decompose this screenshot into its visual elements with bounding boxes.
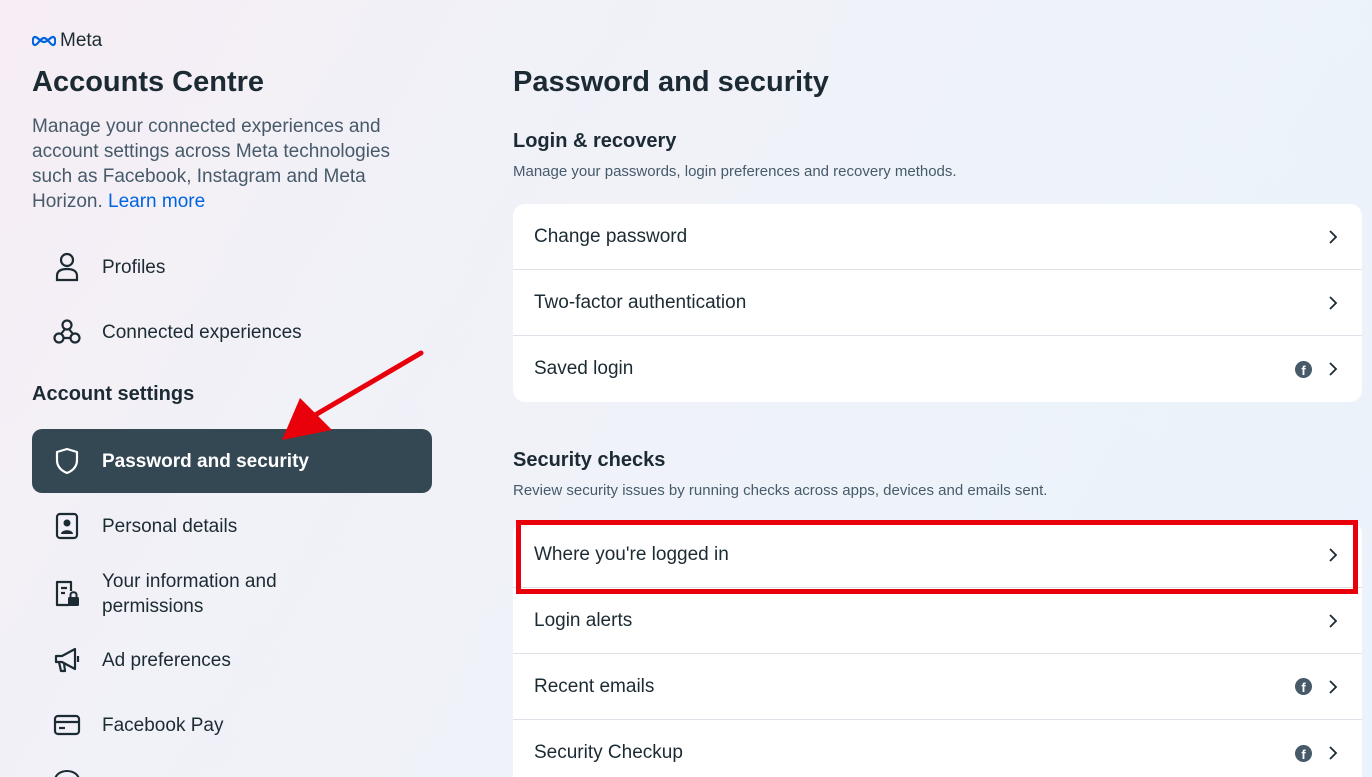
chevron-right-icon [1326,295,1340,311]
sidebar-description: Manage your connected experiences and ac… [32,114,432,214]
two-factor-row[interactable]: Two-factor authentication [513,270,1362,336]
row-label: Saved login [534,358,634,379]
partial-next-item-icon [54,770,80,777]
card-icon [32,714,102,736]
login-recovery-description: Manage your passwords, login preferences… [513,163,957,180]
facebook-icon: f [1295,360,1312,378]
document-lock-icon [32,579,102,609]
page-title: Password and security [513,66,829,98]
chevron-right-icon [1326,745,1340,761]
row-label: Two-factor authentication [534,291,747,313]
sidebar-item-information-permissions[interactable]: Your information and permissions [32,561,432,627]
sidebar-item-password-security[interactable]: Password and security [32,429,432,493]
security-checks-heading: Security checks [513,449,666,471]
chevron-right-icon [1326,679,1340,695]
sidebar-item-facebook-pay[interactable]: Facebook Pay [32,693,432,757]
connected-icon [32,319,102,345]
row-label: Change password [534,225,688,247]
sidebar-item-personal-details[interactable]: Personal details [32,494,432,558]
security-checkup-row[interactable]: Security Checkup f [513,720,1362,777]
chevron-right-icon [1326,547,1340,563]
sidebar-item-ad-preferences[interactable]: Ad preferences [32,628,432,692]
login-recovery-heading: Login & recovery [513,130,677,152]
id-card-icon [32,512,102,540]
sidebar-item-profiles[interactable]: Profiles [32,235,432,299]
main-panel: Password and security Login & recovery M… [513,0,1372,777]
chevron-right-icon [1326,361,1340,377]
megaphone-icon [32,647,102,673]
row-label: Where you're logged in [534,543,729,565]
login-alerts-row[interactable]: Login alerts [513,588,1362,654]
sidebar-item-label: Your information and permissions [102,571,277,617]
chevron-right-icon [1326,613,1340,629]
sidebar-item-label: Connected experiences [102,321,302,343]
row-label: Security Checkup [534,742,683,763]
login-recovery-card: Change password Two-factor authenticatio… [513,204,1362,402]
recent-emails-row[interactable]: Recent emails f [513,654,1362,720]
sidebar-item-label: Facebook Pay [102,714,224,736]
person-icon [32,252,102,282]
meta-infinity-icon [32,35,56,47]
brand-name: Meta [60,30,103,51]
security-checks-description: Review security issues by running checks… [513,482,1048,499]
change-password-row[interactable]: Change password [513,204,1362,270]
where-logged-in-row[interactable]: Where you're logged in [513,522,1362,588]
learn-more-link[interactable]: Learn more [108,191,205,212]
meta-logo[interactable]: Meta [32,30,102,52]
sidebar-item-label: Ad preferences [102,649,231,671]
security-checks-card: Where you're logged in Login alerts Rece… [513,522,1362,777]
row-label: Login alerts [534,609,633,631]
account-settings-heading: Account settings [32,383,195,405]
sidebar-item-label: Profiles [102,256,166,278]
shield-icon [32,447,102,475]
sidebar-description-text: Manage your connected experiences and ac… [32,116,391,212]
sidebar-item-label: Password and security [102,450,309,472]
facebook-icon: f [1295,678,1312,695]
sidebar-item-label: Personal details [102,515,238,537]
chevron-right-icon [1326,229,1340,245]
facebook-icon: f [1295,744,1312,762]
saved-login-row[interactable]: Saved login f [513,336,1362,402]
row-label: Recent emails [534,675,655,697]
sidebar: Meta Accounts Centre Manage your connect… [0,0,460,777]
sidebar-item-connected-experiences[interactable]: Connected experiences [32,300,432,364]
sidebar-title: Accounts Centre [32,66,265,98]
